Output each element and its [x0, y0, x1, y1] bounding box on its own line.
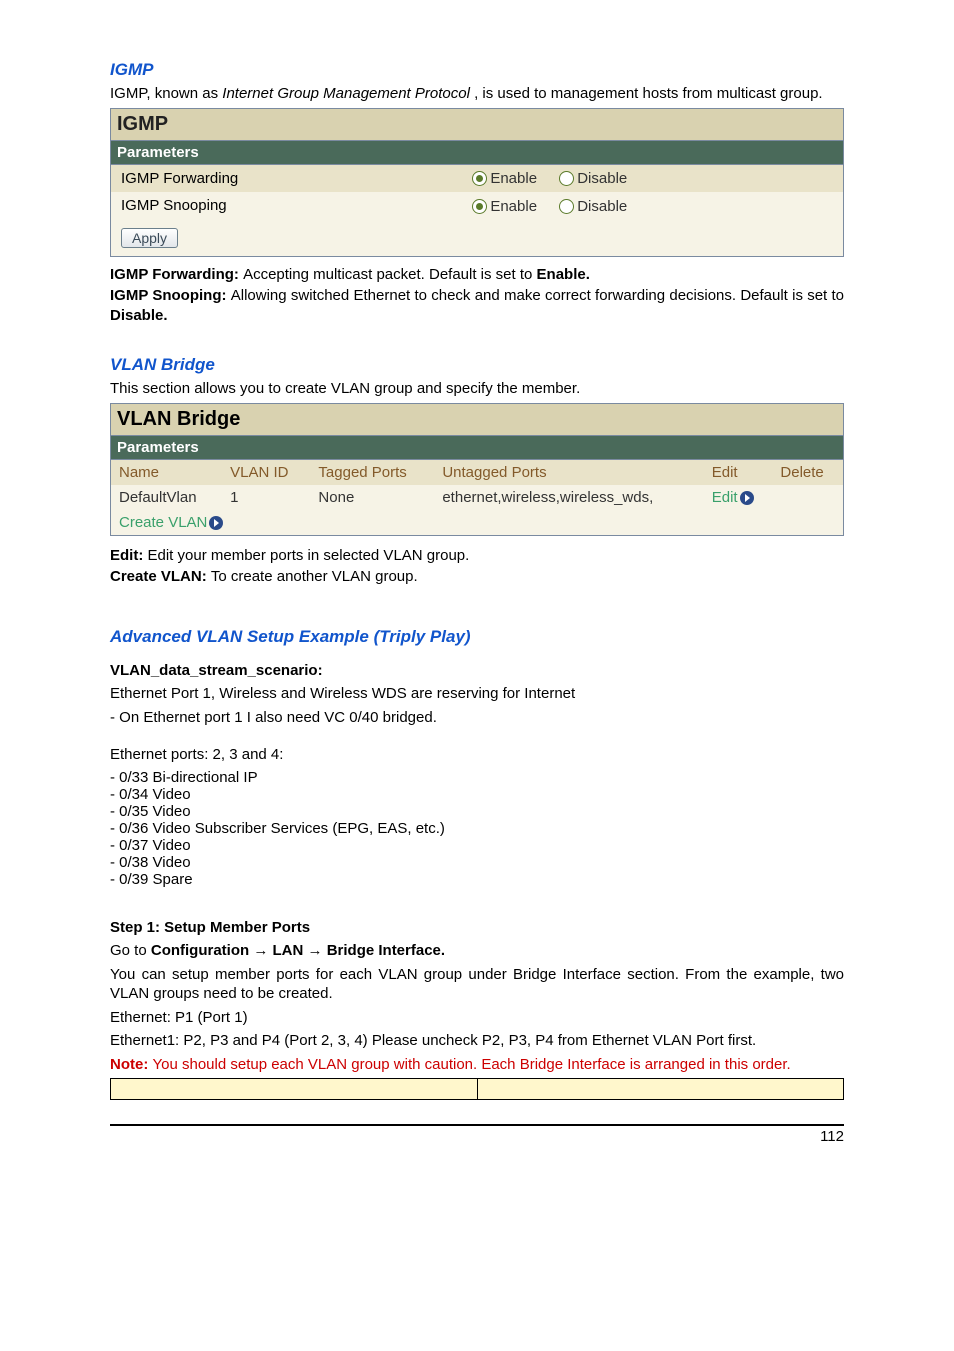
- vlan-h-delete: Delete: [772, 459, 843, 485]
- igmp-fwd-term-name: IGMP Forwarding:: [110, 266, 243, 283]
- igmp-intro-c: , is used to management hosts from multi…: [474, 85, 823, 102]
- igmp-snoop-term-desc: Allowing switched Ethernet to check and …: [231, 287, 844, 304]
- vlan-h-name: Name: [111, 459, 223, 485]
- scenario-line1: Ethernet Port 1, Wireless and Wireless W…: [110, 684, 844, 704]
- empty-two-col-table: [110, 1078, 844, 1100]
- igmp-snoop-term-name: IGMP Snooping:: [110, 287, 231, 304]
- igmp-intro: IGMP, known as Internet Group Management…: [110, 84, 844, 104]
- scenario-label: VLAN_data_stream_scenario:: [110, 662, 323, 679]
- scenario-line2: - On Ethernet port 1 I also need VC 0/40…: [110, 708, 844, 728]
- igmp-snoop-disable[interactable]: Disable: [577, 198, 627, 215]
- step1-note: Note: You should setup each VLAN group w…: [110, 1055, 844, 1075]
- list-item: - 0/34 Video: [110, 786, 844, 803]
- igmp-snoop-term-def: Disable.: [110, 307, 168, 324]
- vlan-edit-name: Edit:: [110, 547, 148, 564]
- heading-example: Advanced VLAN Setup Example (Triply Play…: [110, 627, 844, 647]
- igmp-intro-a: IGMP, known as: [110, 85, 222, 102]
- radio-icon[interactable]: [472, 171, 487, 186]
- igmp-snoop-radios: Enable Disable: [462, 192, 843, 220]
- edit-link[interactable]: Edit: [712, 489, 738, 506]
- radio-icon[interactable]: [559, 199, 574, 214]
- vlan-row-delete: [772, 485, 843, 510]
- note-label: Note:: [110, 1056, 153, 1073]
- igmp-fwd-disable[interactable]: Disable: [577, 170, 627, 187]
- vlan-row-untagged: ethernet,wireless,wireless_wds,: [434, 485, 703, 510]
- goto-d: Bridge Interface.: [327, 942, 445, 959]
- vlan-edit-desc: Edit your member ports in selected VLAN …: [148, 547, 470, 564]
- vlan-row-id: 1: [222, 485, 310, 510]
- table-cell: [111, 1079, 478, 1100]
- igmp-snoop-term: IGMP Snooping: Allowing switched Etherne…: [110, 286, 844, 325]
- create-vlan-link[interactable]: Create VLAN: [119, 514, 207, 531]
- vlan-h-id: VLAN ID: [222, 459, 310, 485]
- vlan-edit-term: Edit: Edit your member ports in selected…: [110, 546, 844, 566]
- igmp-fwd-term: IGMP Forwarding: Accepting multicast pac…: [110, 265, 844, 285]
- vlan-create-term: Create VLAN: To create another VLAN grou…: [110, 567, 844, 587]
- step1-line3: Ethernet: P1 (Port 1): [110, 1008, 844, 1028]
- heading-igmp: IGMP: [110, 60, 844, 80]
- vlan-row-tagged: None: [310, 485, 434, 510]
- vlan-row-edit[interactable]: Edit: [704, 485, 773, 510]
- note-text: You should setup each VLAN group with ca…: [153, 1056, 791, 1073]
- goto-c: LAN: [273, 942, 308, 959]
- vlan-panel-subtitle: Parameters: [111, 435, 844, 459]
- goto-a: Go to: [110, 942, 151, 959]
- list-item: - 0/37 Video: [110, 837, 844, 854]
- vlan-h-untagged: Untagged Ports: [434, 459, 703, 485]
- igmp-snoop-enable[interactable]: Enable: [490, 198, 537, 215]
- igmp-intro-b: Internet Group Management Protocol: [222, 85, 470, 102]
- table-cell: [477, 1079, 844, 1100]
- igmp-fwd-label: IGMP Forwarding: [111, 164, 463, 192]
- vlan-create-cell[interactable]: Create VLAN: [111, 510, 844, 536]
- igmp-panel-title: IGMP: [111, 108, 844, 140]
- arrow-icon: →: [308, 942, 323, 959]
- page-number: 112: [110, 1124, 844, 1145]
- step1-goto: Go to Configuration → LAN → Bridge Inter…: [110, 941, 844, 961]
- step1-line2: You can setup member ports for each VLAN…: [110, 965, 844, 1004]
- vlan-panel-title: VLAN Bridge: [111, 403, 844, 435]
- list-item: - 0/35 Video: [110, 803, 844, 820]
- vlan-h-tagged: Tagged Ports: [310, 459, 434, 485]
- list-item: - 0/33 Bi-directional IP: [110, 769, 844, 786]
- apply-button[interactable]: Apply: [121, 228, 178, 248]
- igmp-snoop-label: IGMP Snooping: [111, 192, 463, 220]
- scenario-items: - 0/33 Bi-directional IP - 0/34 Video - …: [110, 769, 844, 888]
- vlan-intro: This section allows you to create VLAN g…: [110, 379, 844, 399]
- heading-vlan: VLAN Bridge: [110, 355, 844, 375]
- play-icon[interactable]: [209, 516, 223, 530]
- igmp-fwd-radios: Enable Disable: [462, 164, 843, 192]
- radio-icon[interactable]: [472, 199, 487, 214]
- arrow-icon: →: [253, 942, 268, 959]
- play-icon[interactable]: [740, 491, 754, 505]
- igmp-fwd-term-desc: Accepting multicast packet. Default is s…: [243, 266, 536, 283]
- vlan-row-name: DefaultVlan: [111, 485, 223, 510]
- vlan-h-edit: Edit: [704, 459, 773, 485]
- igmp-panel: IGMP Parameters IGMP Forwarding Enable D…: [110, 108, 844, 257]
- scenario-line3: Ethernet ports: 2, 3 and 4:: [110, 745, 844, 765]
- radio-icon[interactable]: [559, 171, 574, 186]
- list-item: - 0/39 Spare: [110, 871, 844, 888]
- goto-b: Configuration: [151, 942, 253, 959]
- igmp-panel-subtitle: Parameters: [111, 140, 844, 164]
- step1-label: Step 1: Setup Member Ports: [110, 919, 310, 936]
- igmp-fwd-enable[interactable]: Enable: [490, 170, 537, 187]
- list-item: - 0/38 Video: [110, 854, 844, 871]
- igmp-fwd-term-def: Enable.: [537, 266, 590, 283]
- vlan-create-desc: To create another VLAN group.: [211, 568, 418, 585]
- vlan-panel: VLAN Bridge Parameters Name VLAN ID Tagg…: [110, 403, 844, 536]
- list-item: - 0/36 Video Subscriber Services (EPG, E…: [110, 820, 844, 837]
- vlan-create-name: Create VLAN:: [110, 568, 211, 585]
- step1-line4: Ethernet1: P2, P3 and P4 (Port 2, 3, 4) …: [110, 1031, 844, 1051]
